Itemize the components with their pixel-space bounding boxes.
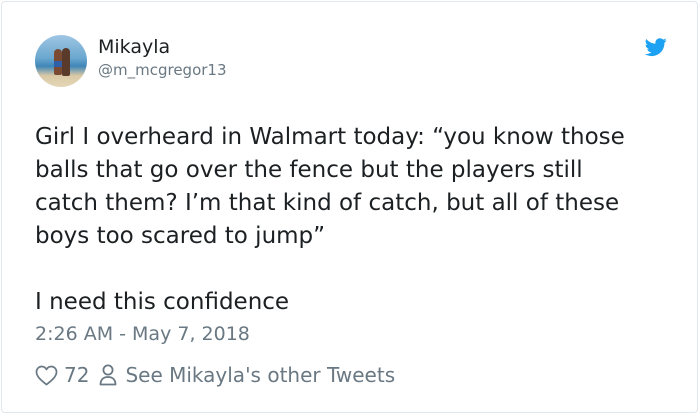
avatar-figure-suit bbox=[54, 61, 62, 67]
like-count[interactable]: 72 bbox=[64, 363, 89, 387]
see-other-tweets-link[interactable]: See Mikayla's other Tweets bbox=[125, 363, 395, 387]
heart-icon[interactable] bbox=[35, 365, 58, 386]
author-name[interactable]: Mikayla bbox=[98, 36, 170, 58]
person-icon[interactable] bbox=[99, 364, 117, 386]
tweet-timestamp[interactable]: 2:26 AM - May 7, 2018 bbox=[35, 323, 250, 345]
avatar-figure-right bbox=[62, 48, 70, 76]
tweet-card: Mikayla @m_mcgregor13 Girl I overheard i… bbox=[1, 1, 698, 413]
avatar[interactable] bbox=[35, 35, 87, 87]
author-handle[interactable]: @m_mcgregor13 bbox=[98, 61, 227, 79]
tweet-actions: 72 See Mikayla's other Tweets bbox=[35, 361, 395, 389]
twitter-bird-icon[interactable] bbox=[644, 36, 668, 58]
tweet-text-paragraph: Girl I overheard in Walmart today: “you … bbox=[35, 124, 625, 249]
tweet-text-paragraph: I need this confidence bbox=[35, 289, 290, 315]
tweet-body: Girl I overheard in Walmart today: “you … bbox=[35, 121, 675, 319]
